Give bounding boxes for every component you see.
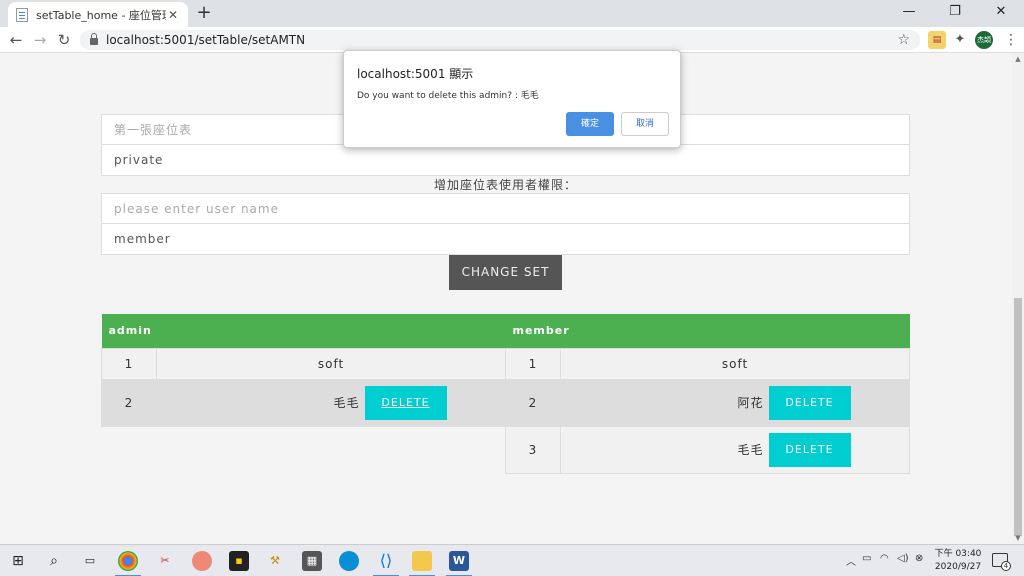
add-permission-label: 增加座位表使用者權限：	[433, 178, 577, 192]
admin-table-header: admin	[101, 314, 506, 348]
delete-button[interactable]: DELETE	[768, 385, 851, 420]
table-row: 1 soft	[101, 347, 506, 380]
system-clock[interactable]: 下午 03:40 2020/9/27	[932, 548, 984, 574]
tools-icon[interactable]: ⚒	[265, 551, 285, 571]
new-tab-button[interactable]: +	[194, 3, 214, 23]
username-input[interactable]: please enter user name	[101, 193, 910, 225]
table-row: 2 毛毛 DELETE	[101, 378, 506, 427]
row-name: 阿花	[737, 396, 764, 410]
row-name-cell: 毛毛 DELETE	[156, 378, 506, 427]
windows-taskbar: ⊞ ⌕ ▭ ✂ ▪ ⚒ ▦ ⟨⟩ W ︿ ▭ ◠ ◁) ⊗ 下午 03:40 2…	[0, 544, 1024, 576]
dialog-title: localhost:5001 顯示	[357, 67, 474, 81]
row-name-cell: 毛毛 DELETE	[560, 425, 910, 474]
row-index: 1	[505, 347, 561, 380]
row-index: 2	[505, 378, 561, 427]
table-row: 3 毛毛 DELETE	[505, 425, 910, 474]
extensions-puzzle-icon[interactable]: ✦	[951, 31, 969, 49]
browser-tab[interactable]: setTable_home - 座位管理系統 ✕	[8, 2, 188, 27]
row-index: 3	[505, 425, 561, 474]
clock-date: 2020/9/27	[934, 562, 982, 572]
vscode-icon[interactable]: ⟨⟩	[373, 551, 399, 576]
firefox-icon[interactable]	[192, 551, 212, 571]
wifi-icon[interactable]: ◠	[880, 553, 889, 564]
delete-button[interactable]: DELETE	[768, 432, 851, 467]
row-name-cell: 阿花 DELETE	[560, 378, 910, 427]
extension-icon[interactable]: ▤	[928, 31, 946, 49]
table-row: 2 阿花 DELETE	[505, 378, 910, 427]
bookmark-star-icon[interactable]: ☆	[897, 30, 910, 50]
row-index: 1	[101, 347, 157, 380]
row-index: 2	[101, 378, 157, 427]
tab-title: setTable_home - 座位管理系統	[36, 8, 166, 22]
member-table: member 1 soft 2 阿花 DELETE 3 毛毛 DELETE	[505, 314, 910, 474]
admin-table: admin 1 soft 2 毛毛 DELETE	[101, 314, 506, 427]
close-window-button[interactable]: ✕	[978, 0, 1024, 27]
notification-count-badge: 4	[1001, 561, 1011, 571]
vertical-scrollbar[interactable]: ▲ ▼	[1012, 53, 1024, 544]
clock-time: 下午 03:40	[934, 549, 982, 559]
dialog-message: Do you want to delete this admin? : 毛毛	[357, 91, 539, 101]
browser-menu-icon[interactable]: ⋮	[1004, 31, 1018, 49]
row-name: soft	[560, 347, 910, 380]
edge-icon[interactable]	[339, 551, 359, 571]
page-favicon-icon	[16, 7, 28, 22]
privacy-select[interactable]: private	[101, 144, 910, 176]
sticky-notes-icon[interactable]: ▪	[229, 551, 249, 571]
dialog-ok-button[interactable]: 確定	[566, 112, 614, 136]
delete-button[interactable]: DELETE	[364, 385, 447, 420]
confirm-dialog: localhost:5001 顯示 Do you want to delete …	[343, 50, 681, 148]
close-tab-icon[interactable]: ✕	[166, 8, 180, 22]
address-bar[interactable]: localhost:5001/setTable/setAMTN ☆	[80, 30, 920, 50]
status-icon[interactable]: ⊗	[915, 553, 923, 564]
tray-chevron-icon[interactable]: ︿	[846, 553, 856, 568]
dialog-cancel-button[interactable]: 取消	[621, 112, 669, 136]
snipping-tool-icon[interactable]: ✂	[155, 551, 175, 571]
word-icon[interactable]: W	[446, 551, 472, 576]
row-name: soft	[156, 347, 506, 380]
back-arrow-icon[interactable]: ←	[6, 30, 26, 50]
restore-button[interactable]: ❐	[932, 0, 978, 27]
chrome-icon[interactable]	[115, 551, 141, 576]
scroll-up-arrow-icon[interactable]: ▲	[1012, 53, 1024, 65]
reload-icon[interactable]: ↻	[54, 30, 74, 50]
lock-icon	[90, 33, 98, 45]
row-name: 毛毛	[333, 396, 360, 410]
search-icon[interactable]: ⌕	[44, 551, 64, 571]
member-table-header: member	[505, 314, 910, 348]
scrollbar-thumb[interactable]	[1014, 298, 1022, 536]
windows-start-icon[interactable]: ⊞	[8, 551, 28, 571]
file-explorer-icon[interactable]	[409, 551, 435, 576]
browser-tab-strip: setTable_home - 座位管理系統 ✕ + — ❐ ✕	[0, 0, 1024, 27]
minimize-button[interactable]: —	[886, 0, 932, 27]
role-select[interactable]: member	[101, 223, 910, 255]
table-row: 1 soft	[505, 347, 910, 380]
forward-arrow-icon[interactable]: →	[30, 30, 50, 50]
volume-icon[interactable]: ◁)	[897, 553, 909, 564]
calculator-icon[interactable]: ▦	[302, 551, 322, 571]
battery-icon[interactable]: ▭	[862, 553, 871, 564]
url-text: localhost:5001/setTable/setAMTN	[106, 33, 306, 47]
change-set-button[interactable]: CHANGE SET	[449, 255, 562, 290]
profile-avatar[interactable]: 杰頡	[975, 31, 993, 49]
task-view-icon[interactable]: ▭	[80, 551, 100, 571]
row-name: 毛毛	[737, 443, 764, 457]
scroll-down-arrow-icon[interactable]: ▼	[1012, 532, 1024, 544]
